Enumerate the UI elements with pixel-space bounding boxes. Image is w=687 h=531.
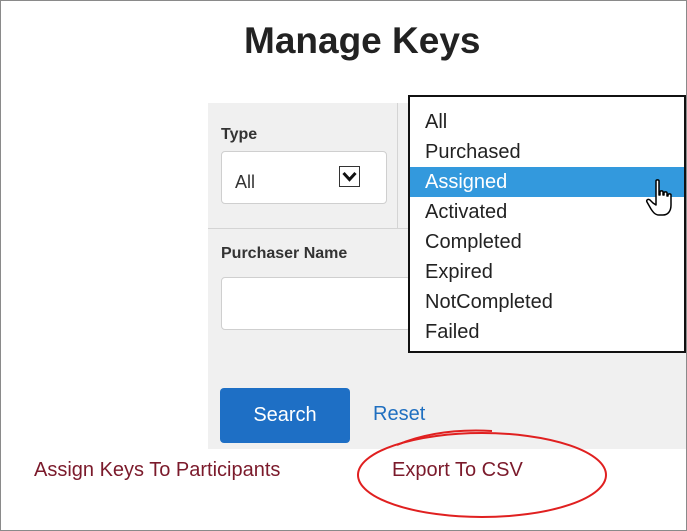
dropdown-option-activated[interactable]: Activated <box>410 197 684 227</box>
dropdown-option-all[interactable]: All <box>410 107 684 137</box>
annotation-ellipse <box>357 429 607 518</box>
dropdown-option-expired[interactable]: Expired <box>410 257 684 287</box>
panel-divider-vertical <box>397 103 398 228</box>
dropdown-option-notcompleted[interactable]: NotCompleted <box>410 287 684 317</box>
chevron-down-icon[interactable] <box>339 166 360 187</box>
type-dropdown-list: All Purchased Assigned Activated Complet… <box>408 95 686 353</box>
dropdown-option-completed[interactable]: Completed <box>410 227 684 257</box>
search-button[interactable]: Search <box>220 388 350 443</box>
assign-keys-link[interactable]: Assign Keys To Participants <box>34 459 280 482</box>
type-label: Type <box>221 126 258 143</box>
page-title: Manage Keys <box>244 20 481 61</box>
hand-pointer-icon <box>646 179 672 216</box>
purchaser-name-input[interactable] <box>221 277 411 330</box>
dropdown-option-assigned[interactable]: Assigned <box>410 167 684 197</box>
type-select-value: All <box>235 172 256 192</box>
type-select[interactable]: All <box>221 151 387 204</box>
purchaser-name-label: Purchaser Name <box>221 245 348 262</box>
dropdown-option-failed[interactable]: Failed <box>410 317 684 347</box>
dropdown-option-purchased[interactable]: Purchased <box>410 137 684 167</box>
